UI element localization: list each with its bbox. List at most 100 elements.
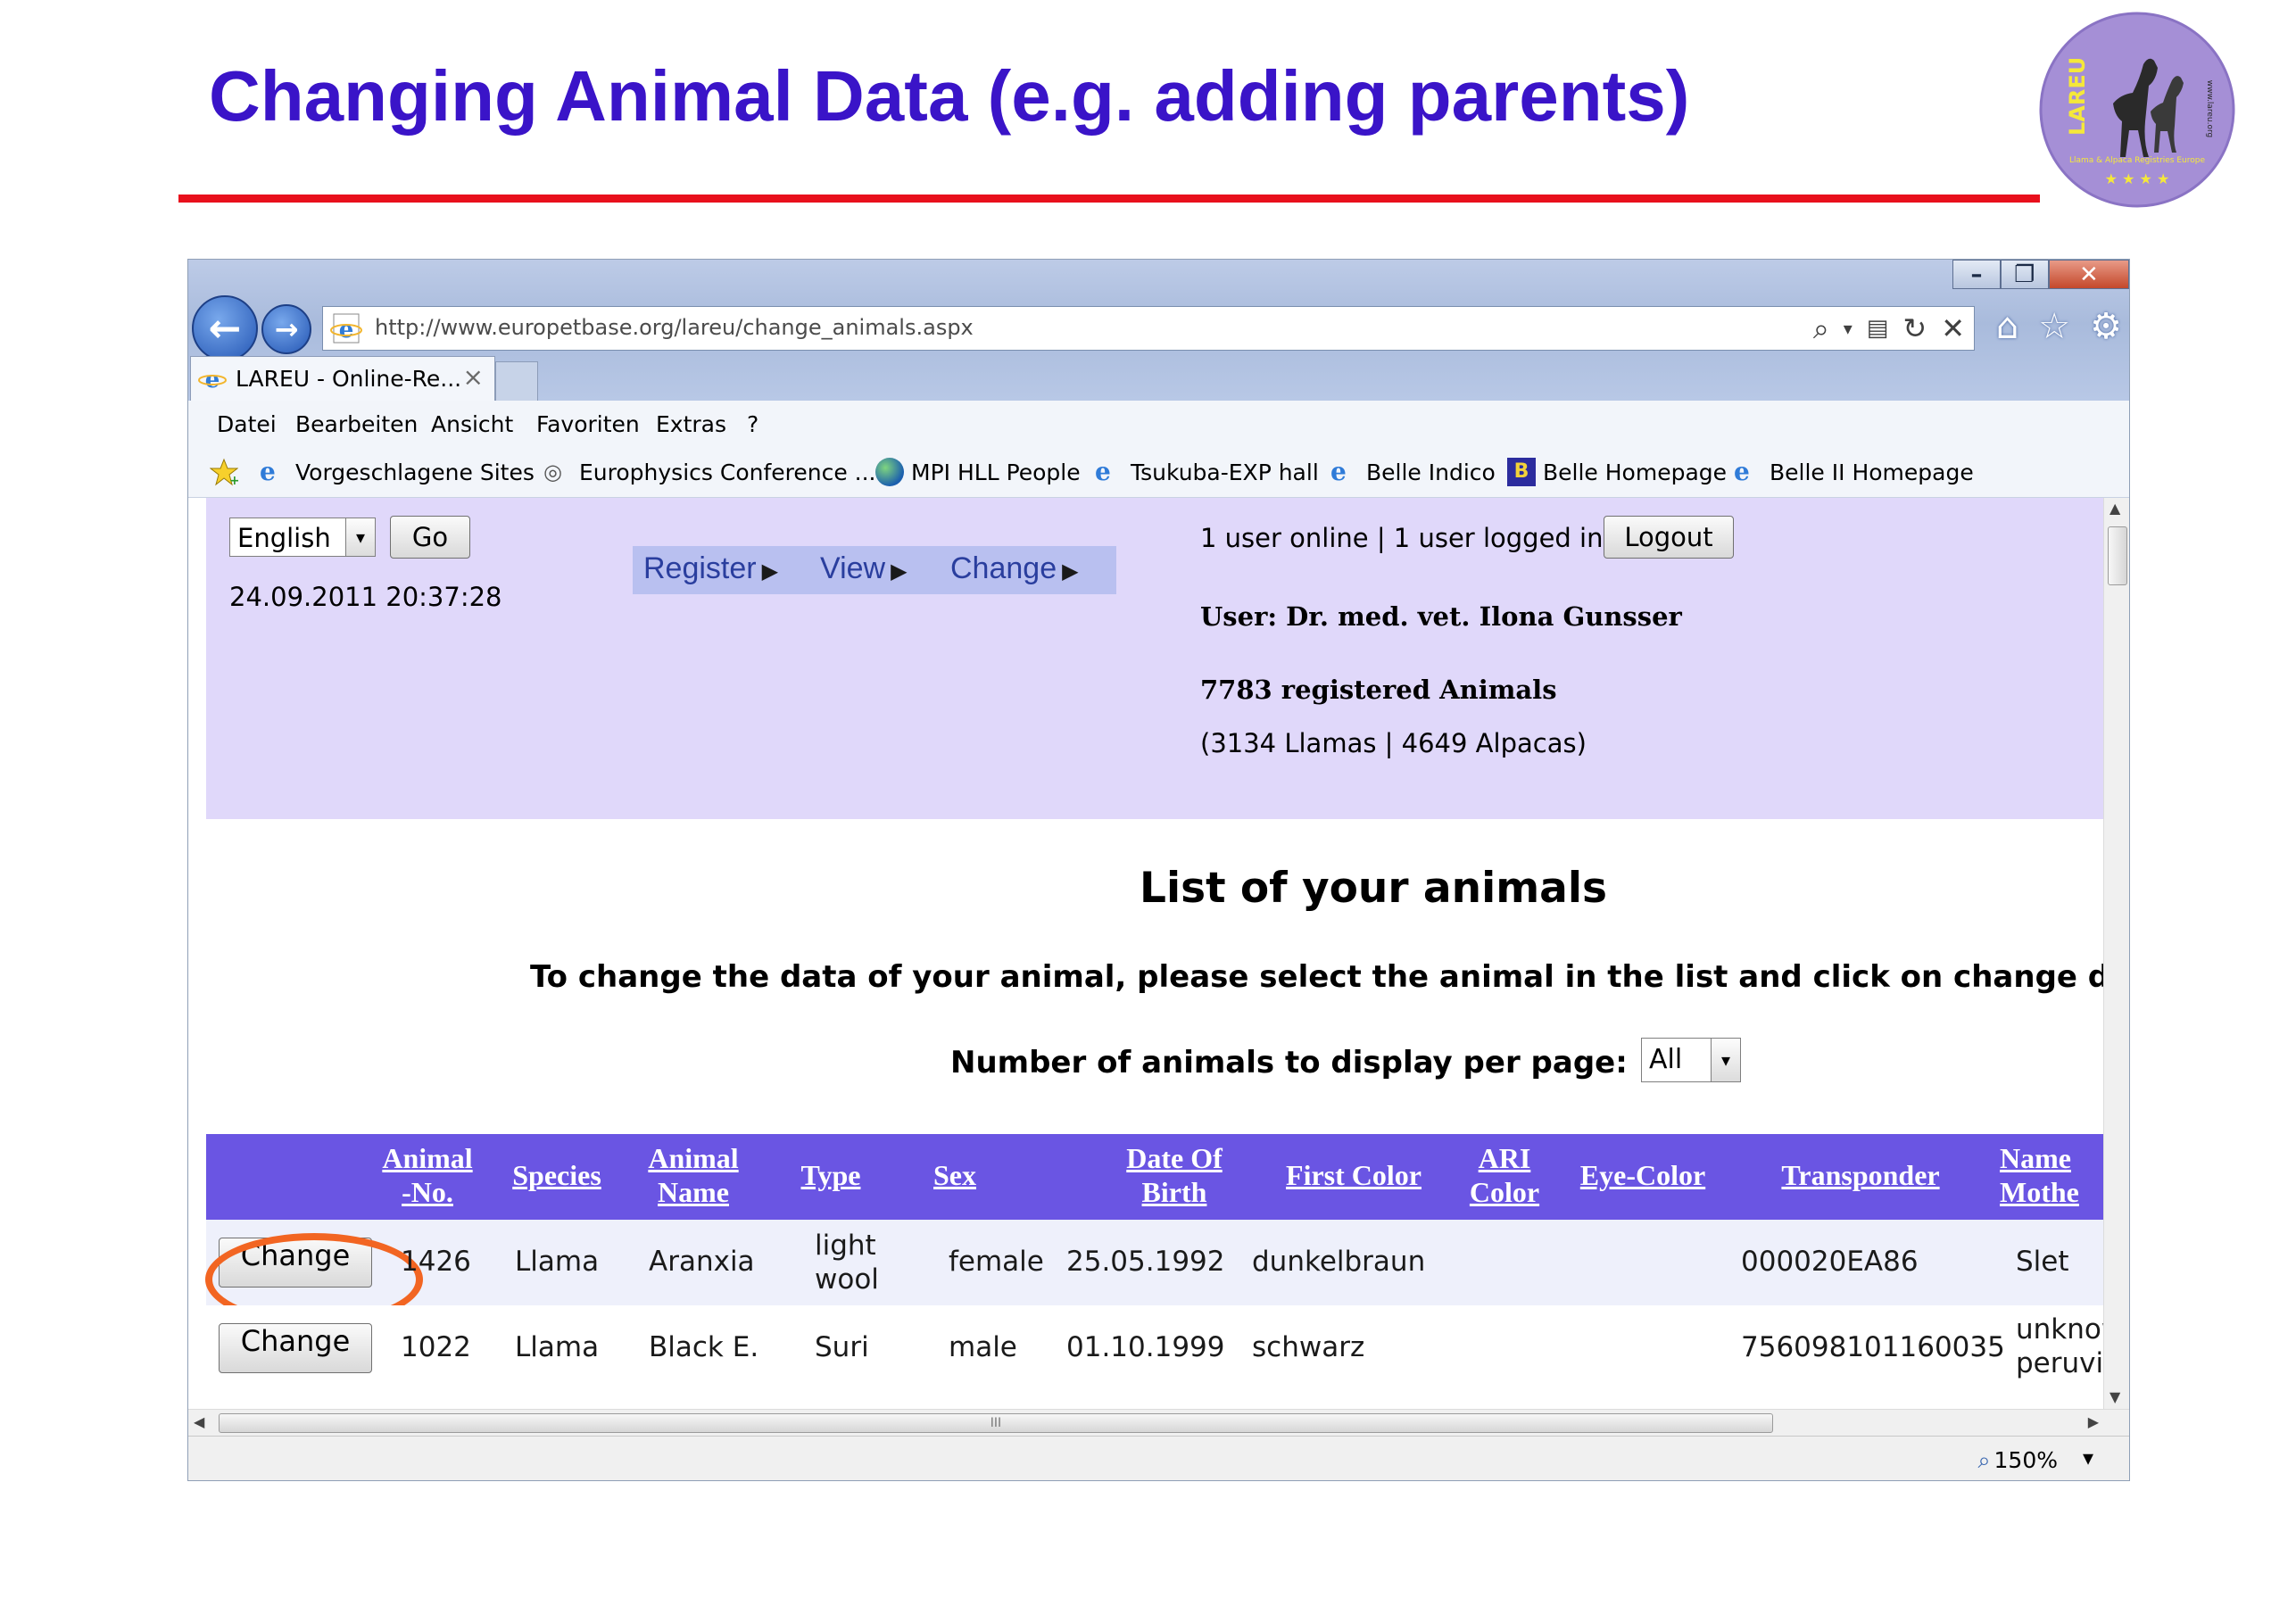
menu-favoriten[interactable]: Favoriten: [536, 411, 640, 437]
fav-belle2-homepage[interactable]: e Belle II Homepage: [1734, 458, 1974, 486]
tools-gear-icon[interactable]: ⚙: [2090, 304, 2122, 349]
per-page-label: Number of animals to display per page:: [950, 1045, 1628, 1081]
globe-icon: [875, 458, 904, 486]
nav-change[interactable]: Change ▶: [950, 551, 1079, 586]
cell-date-of-birth: 01.10.1999: [1066, 1331, 1225, 1363]
nav-view[interactable]: View ▶: [820, 551, 908, 586]
user-name: User: Dr. med. vet. Ilona Gunsser: [1200, 601, 1682, 632]
browser-window: – ❐ ✕ ← → e http://www.europetbase.org/l…: [187, 259, 2130, 1481]
logo-text: LAREU: [2065, 57, 2090, 136]
address-bar[interactable]: e http://www.europetbase.org/lareu/chang…: [322, 306, 1975, 351]
stop-icon[interactable]: ✕: [1941, 311, 1965, 346]
species-count: (3134 Llamas | 4649 Alpacas): [1200, 728, 1587, 758]
refresh-icon[interactable]: ↻: [1902, 311, 1927, 346]
nav-register[interactable]: Register ▶: [643, 551, 778, 586]
cell-type: light wool: [815, 1230, 879, 1296]
home-icon[interactable]: ⌂: [1996, 304, 2018, 349]
compatibility-icon[interactable]: ▤: [1867, 311, 1889, 346]
new-tab-button[interactable]: [495, 361, 538, 402]
zoom-icon: ⌕: [1977, 1447, 1991, 1473]
scroll-down-icon[interactable]: ▼: [2110, 1388, 2120, 1405]
instructions-text: To change the data of your animal, pleas…: [530, 959, 2103, 995]
fav-suggested-sites[interactable]: e Vorgeschlagene Sites: [260, 458, 535, 486]
per-page-value: All: [1649, 1044, 1683, 1075]
address-text: http://www.europetbase.org/lareu/change_…: [375, 315, 974, 340]
menu-extras[interactable]: Extras: [656, 411, 726, 437]
col-ari-color[interactable]: ARI Color: [1455, 1141, 1554, 1209]
fav-europhysics[interactable]: ◎ Europhysics Conference ...: [543, 458, 876, 486]
vertical-scroll-thumb[interactable]: [2108, 526, 2127, 585]
fav-tsukuba[interactable]: e Tsukuba-EXP hall: [1095, 458, 1319, 486]
favorites-bar: + e Vorgeschlagene Sites ◎ Europhysics C…: [188, 447, 2129, 498]
table-header: Animal -No. Species Animal Name Type Sex D…: [206, 1134, 2103, 1220]
cell-type: Suri: [815, 1331, 869, 1363]
logout-button[interactable]: Logout: [1604, 516, 1734, 559]
horizontal-scroll-thumb[interactable]: III: [219, 1413, 1773, 1433]
scroll-left-icon[interactable]: ◀: [194, 1413, 204, 1430]
dropdown-arrow-icon[interactable]: ▾: [1844, 311, 1853, 346]
vertical-scrollbar[interactable]: ▲ ▼: [2103, 498, 2129, 1409]
ie-tab-icon: e: [198, 367, 227, 393]
main-nav: Register ▶ View ▶ Change ▶: [633, 546, 1116, 594]
restore-icon[interactable]: ❐: [2000, 260, 2049, 289]
close-window-icon[interactable]: ✕: [2048, 260, 2129, 289]
ie-icon: e: [1095, 457, 1111, 486]
belle-icon: B: [1507, 458, 1536, 486]
svg-text:e: e: [339, 317, 354, 344]
browser-tab[interactable]: e LAREU - Online-Re... ×: [190, 356, 495, 402]
table-row: Change 1426 Llama Aranxia light wool fem…: [205, 1220, 2103, 1326]
lareu-logo: LAREU Llama & Alpaca Registries Europe w…: [2038, 11, 2236, 209]
zoom-level[interactable]: ⌕ 150%: [1978, 1447, 2059, 1474]
go-button[interactable]: Go: [390, 516, 470, 559]
menu-help[interactable]: ?: [747, 411, 758, 437]
cell-sex: female: [949, 1246, 1044, 1278]
fav-belle-homepage[interactable]: B Belle Homepage: [1507, 458, 1727, 486]
language-select[interactable]: English ▾: [229, 518, 376, 557]
zoom-dropdown-icon[interactable]: ▾: [2083, 1445, 2093, 1470]
fav-mpi-hll[interactable]: MPI HLL People: [875, 458, 1081, 486]
users-online: 1 user online | 1 user logged in: [1200, 523, 1604, 553]
col-animal-name[interactable]: Animal Name: [633, 1141, 754, 1209]
ie-icon: e: [1330, 457, 1347, 486]
cell-animal-name: Black E.: [649, 1331, 759, 1363]
favorites-star-icon[interactable]: ☆: [2038, 304, 2070, 349]
menu-bearbeiten[interactable]: Bearbeiten: [295, 411, 418, 437]
forward-button[interactable]: →: [261, 304, 311, 354]
tab-close-icon[interactable]: ×: [463, 362, 484, 392]
scroll-right-icon[interactable]: ▶: [2088, 1413, 2099, 1430]
favorites-add-icon[interactable]: +: [210, 458, 238, 486]
back-button[interactable]: ←: [192, 295, 258, 361]
lareu-header: English ▾ Go 24.09.2011 20:37:28 Registe…: [206, 498, 2103, 819]
table-row: Change 1022 Llama Black E. Suri male 01.…: [206, 1305, 2103, 1391]
datetime: 24.09.2011 20:37:28: [229, 582, 502, 612]
horizontal-scrollbar[interactable]: ◀ III ▶: [188, 1409, 2129, 1437]
col-eye-color[interactable]: Eye-Color: [1562, 1158, 1723, 1192]
col-type[interactable]: Type: [777, 1158, 884, 1192]
cell-name-mother: Slet: [2016, 1246, 2069, 1278]
col-transponder[interactable]: Transponder: [1757, 1158, 1964, 1192]
per-page-select[interactable]: All ▾: [1641, 1038, 1741, 1082]
scroll-up-icon[interactable]: ▲: [2110, 500, 2120, 517]
col-date-of-birth[interactable]: Date Of Birth: [1098, 1141, 1250, 1209]
cell-animal-name: Aranxia: [649, 1246, 755, 1278]
menu-ansicht[interactable]: Ansicht: [431, 411, 513, 437]
search-icon[interactable]: ⌕: [1813, 311, 1829, 346]
fav-belle-indico[interactable]: e Belle Indico: [1330, 458, 1496, 486]
cell-transponder: 000020EA86: [1741, 1246, 1919, 1278]
minimize-icon[interactable]: –: [1952, 260, 2001, 289]
slide-title: Changing Animal Data (e.g. adding parent…: [209, 56, 1690, 136]
browser-toolbar: – ❐ ✕ ← → e http://www.europetbase.org/l…: [188, 260, 2129, 402]
col-animal-no[interactable]: Animal -No.: [367, 1141, 488, 1209]
cell-first-color: dunkelbraun: [1252, 1246, 1426, 1278]
change-button[interactable]: Change: [219, 1323, 372, 1373]
chevron-down-icon[interactable]: ▾: [1711, 1039, 1740, 1081]
col-species[interactable]: Species: [497, 1158, 617, 1192]
col-first-color[interactable]: First Color: [1268, 1158, 1439, 1192]
cell-animal-no: 1426: [401, 1246, 471, 1278]
change-button[interactable]: Change: [205, 1233, 423, 1326]
chevron-down-icon[interactable]: ▾: [345, 518, 375, 556]
menu-datei[interactable]: Datei: [217, 411, 277, 437]
window-controls: – ❐ ✕: [1952, 260, 2129, 289]
col-name-mother[interactable]: Name Mothe: [1991, 1141, 2103, 1209]
col-sex[interactable]: Sex: [906, 1158, 1004, 1192]
